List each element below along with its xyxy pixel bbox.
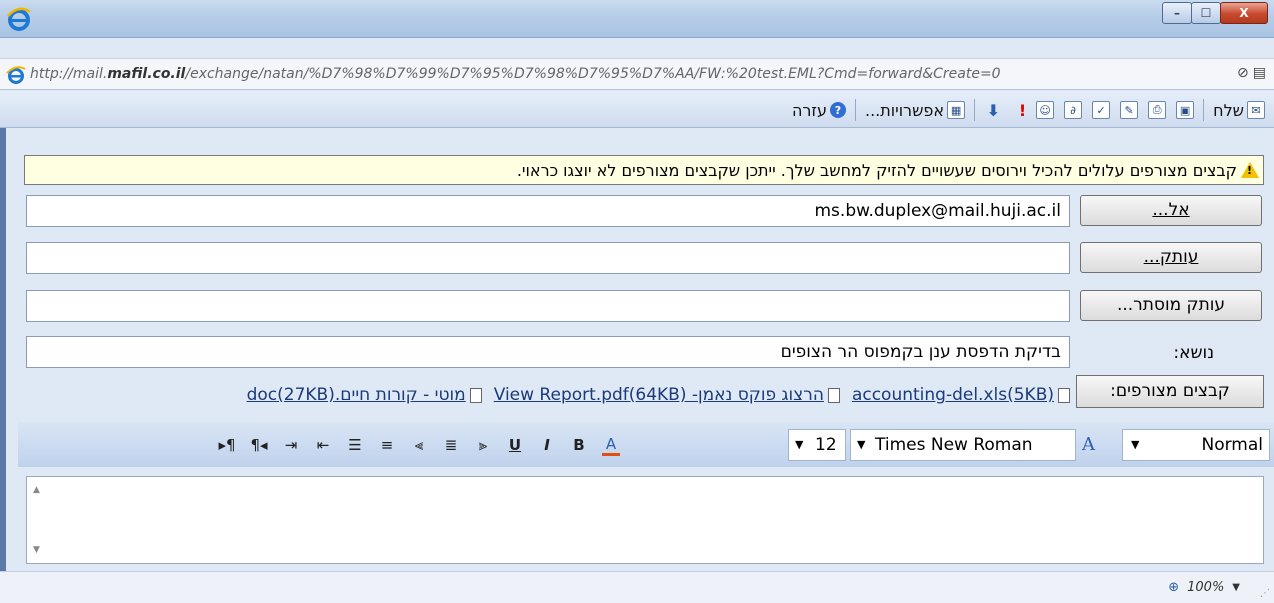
internet-explorer-icon — [7, 7, 31, 31]
attachments-list: accounting-del.xls(5KB) הרצוג פוקס נאמן-… — [30, 383, 1070, 407]
bcc-button[interactable]: עותק מוסתר... — [1080, 290, 1262, 321]
italic-icon[interactable]: I — [538, 436, 556, 454]
send-button[interactable]: ✉ שלח — [1210, 98, 1268, 122]
cc-button[interactable]: עותק... — [1080, 242, 1262, 273]
page-info-icon[interactable]: ▤ — [1253, 65, 1266, 81]
window-titlebar: – ☐ X — [0, 0, 1274, 38]
toolbar-separator — [974, 99, 976, 121]
to-field[interactable]: ms.bw.duplex@mail.huji.ac.il — [26, 195, 1070, 227]
font-color-icon[interactable]: A — [602, 435, 620, 456]
print-button[interactable]: ⎙ — [1145, 98, 1169, 122]
decrease-indent-icon[interactable]: ⇤ — [314, 436, 332, 454]
font-family-select[interactable]: ▼ Times New Roman — [850, 429, 1076, 461]
underline-icon[interactable]: U — [506, 436, 524, 454]
zoom-control[interactable]: ⊕ 100% ▼ — [1168, 580, 1240, 595]
zoom-level: 100% — [1187, 580, 1225, 595]
font-icon: A — [1082, 434, 1095, 455]
dropdown-arrow-icon: ▼ — [1131, 438, 1140, 451]
zoom-icon: ⊕ — [1168, 580, 1180, 595]
check-names-button[interactable]: ☺ — [1033, 98, 1057, 122]
align-center-icon[interactable]: ≣ — [442, 436, 460, 454]
dropdown-arrow-icon: ▼ — [857, 438, 866, 451]
options-icon: ▦ — [947, 101, 966, 119]
spellcheck-icon: ✓ — [1092, 101, 1111, 119]
bullet-list-icon[interactable]: ≡ — [378, 436, 396, 454]
message-body-editor[interactable]: ▲ ▼ — [26, 476, 1264, 564]
formatting-toolbar: ▼ Normal A ▼ Times New Roman ▼ 12 ▸¶ ¶◂ … — [18, 422, 1274, 467]
page-icon — [6, 66, 26, 84]
file-icon — [1058, 387, 1070, 403]
low-importance-icon: ⬇ — [986, 100, 1001, 120]
address-book-button[interactable]: ✎ — [1117, 98, 1141, 122]
paragraph-style-select[interactable]: ▼ Normal — [1122, 429, 1270, 461]
options-button[interactable]: ▦ אפשרויות... — [862, 98, 968, 122]
low-importance-button[interactable]: ⬇ — [981, 98, 1003, 122]
address-bar[interactable]: http://mail.mafil.co.il/exchange/natan/%… — [0, 58, 1274, 90]
scroll-up-icon[interactable]: ▲ — [33, 485, 40, 495]
address-book-icon: ✎ — [1120, 101, 1139, 119]
maximize-button[interactable]: ☐ — [1191, 2, 1221, 24]
print-icon: ⎙ — [1148, 101, 1167, 119]
increase-indent-icon[interactable]: ⇥ — [282, 436, 300, 454]
block-icon[interactable]: ⊘ — [1237, 65, 1249, 81]
font-size-select[interactable]: ▼ 12 — [788, 429, 846, 461]
align-right-icon[interactable]: ⫸ — [474, 436, 492, 454]
save-button[interactable]: ▣ — [1173, 98, 1197, 122]
attachment-item[interactable]: מוטי - קורות חיים.doc(27KB) — [247, 385, 482, 405]
help-icon: ? — [829, 102, 846, 118]
status-bar: ⊕ 100% ▼ ⋰ — [0, 571, 1274, 603]
check-names-icon: ☺ — [1036, 101, 1055, 119]
minimize-button[interactable]: – — [1162, 2, 1192, 24]
high-importance-icon: ! — [1018, 100, 1027, 120]
spellcheck-button[interactable]: ✓ — [1089, 98, 1113, 122]
cc-field[interactable] — [26, 242, 1070, 274]
send-envelope-icon: ✉ — [1247, 101, 1265, 119]
numbered-list-icon[interactable]: ☰ — [346, 436, 364, 454]
help-button[interactable]: ? עזרה — [789, 98, 849, 122]
attachments-button[interactable]: קבצים מצורפים: — [1076, 375, 1264, 408]
bcc-field[interactable] — [26, 290, 1070, 322]
align-left-icon[interactable]: ⫷ — [410, 436, 428, 454]
close-button[interactable]: X — [1220, 2, 1268, 24]
window-frame-edge — [0, 92, 6, 572]
url-text[interactable]: http://mail.mafil.co.il/exchange/natan/%… — [30, 66, 1001, 82]
high-importance-button[interactable]: ! — [1007, 98, 1029, 122]
file-icon — [827, 387, 840, 403]
resize-grip-icon[interactable]: ⋰ — [1260, 588, 1270, 599]
attachment-item[interactable]: accounting-del.xls(5KB) — [852, 385, 1070, 405]
attach-button[interactable]: ∂ — [1061, 98, 1085, 122]
paperclip-icon: ∂ — [1064, 101, 1083, 119]
subject-label: נושא: — [1173, 343, 1214, 363]
to-button[interactable]: אל... — [1080, 195, 1262, 226]
toolbar-separator — [854, 99, 856, 121]
file-icon — [469, 387, 482, 403]
subject-field[interactable]: בדיקת הדפסת ענן בקמפוס הר הצופים — [26, 336, 1070, 368]
warning-text: קבצים מצורפים עלולים להכיל וירוסים שעשוי… — [516, 160, 1237, 180]
bold-icon[interactable]: B — [570, 436, 588, 454]
ltr-direction-icon[interactable]: ▸¶ — [218, 436, 236, 454]
dropdown-arrow-icon[interactable]: ▼ — [1232, 582, 1240, 593]
message-toolbar: ✉ שלח ▣ ⎙ ✎ ✓ ∂ ☺ ! ⬇ ▦ אפשרויות... ? עז… — [0, 91, 1274, 128]
scroll-down-icon[interactable]: ▼ — [33, 545, 40, 555]
rtl-direction-icon[interactable]: ¶◂ — [250, 436, 268, 454]
attachment-warning: ! קבצים מצורפים עלולים להכיל וירוסים שעש… — [24, 155, 1264, 185]
warning-icon: ! — [1241, 162, 1259, 178]
dropdown-arrow-icon: ▼ — [795, 438, 804, 451]
toolbar-separator — [1203, 99, 1205, 121]
attachment-item[interactable]: הרצוג פוקס נאמן- View Report.pdf(64KB) — [494, 385, 840, 405]
save-icon: ▣ — [1176, 101, 1195, 119]
